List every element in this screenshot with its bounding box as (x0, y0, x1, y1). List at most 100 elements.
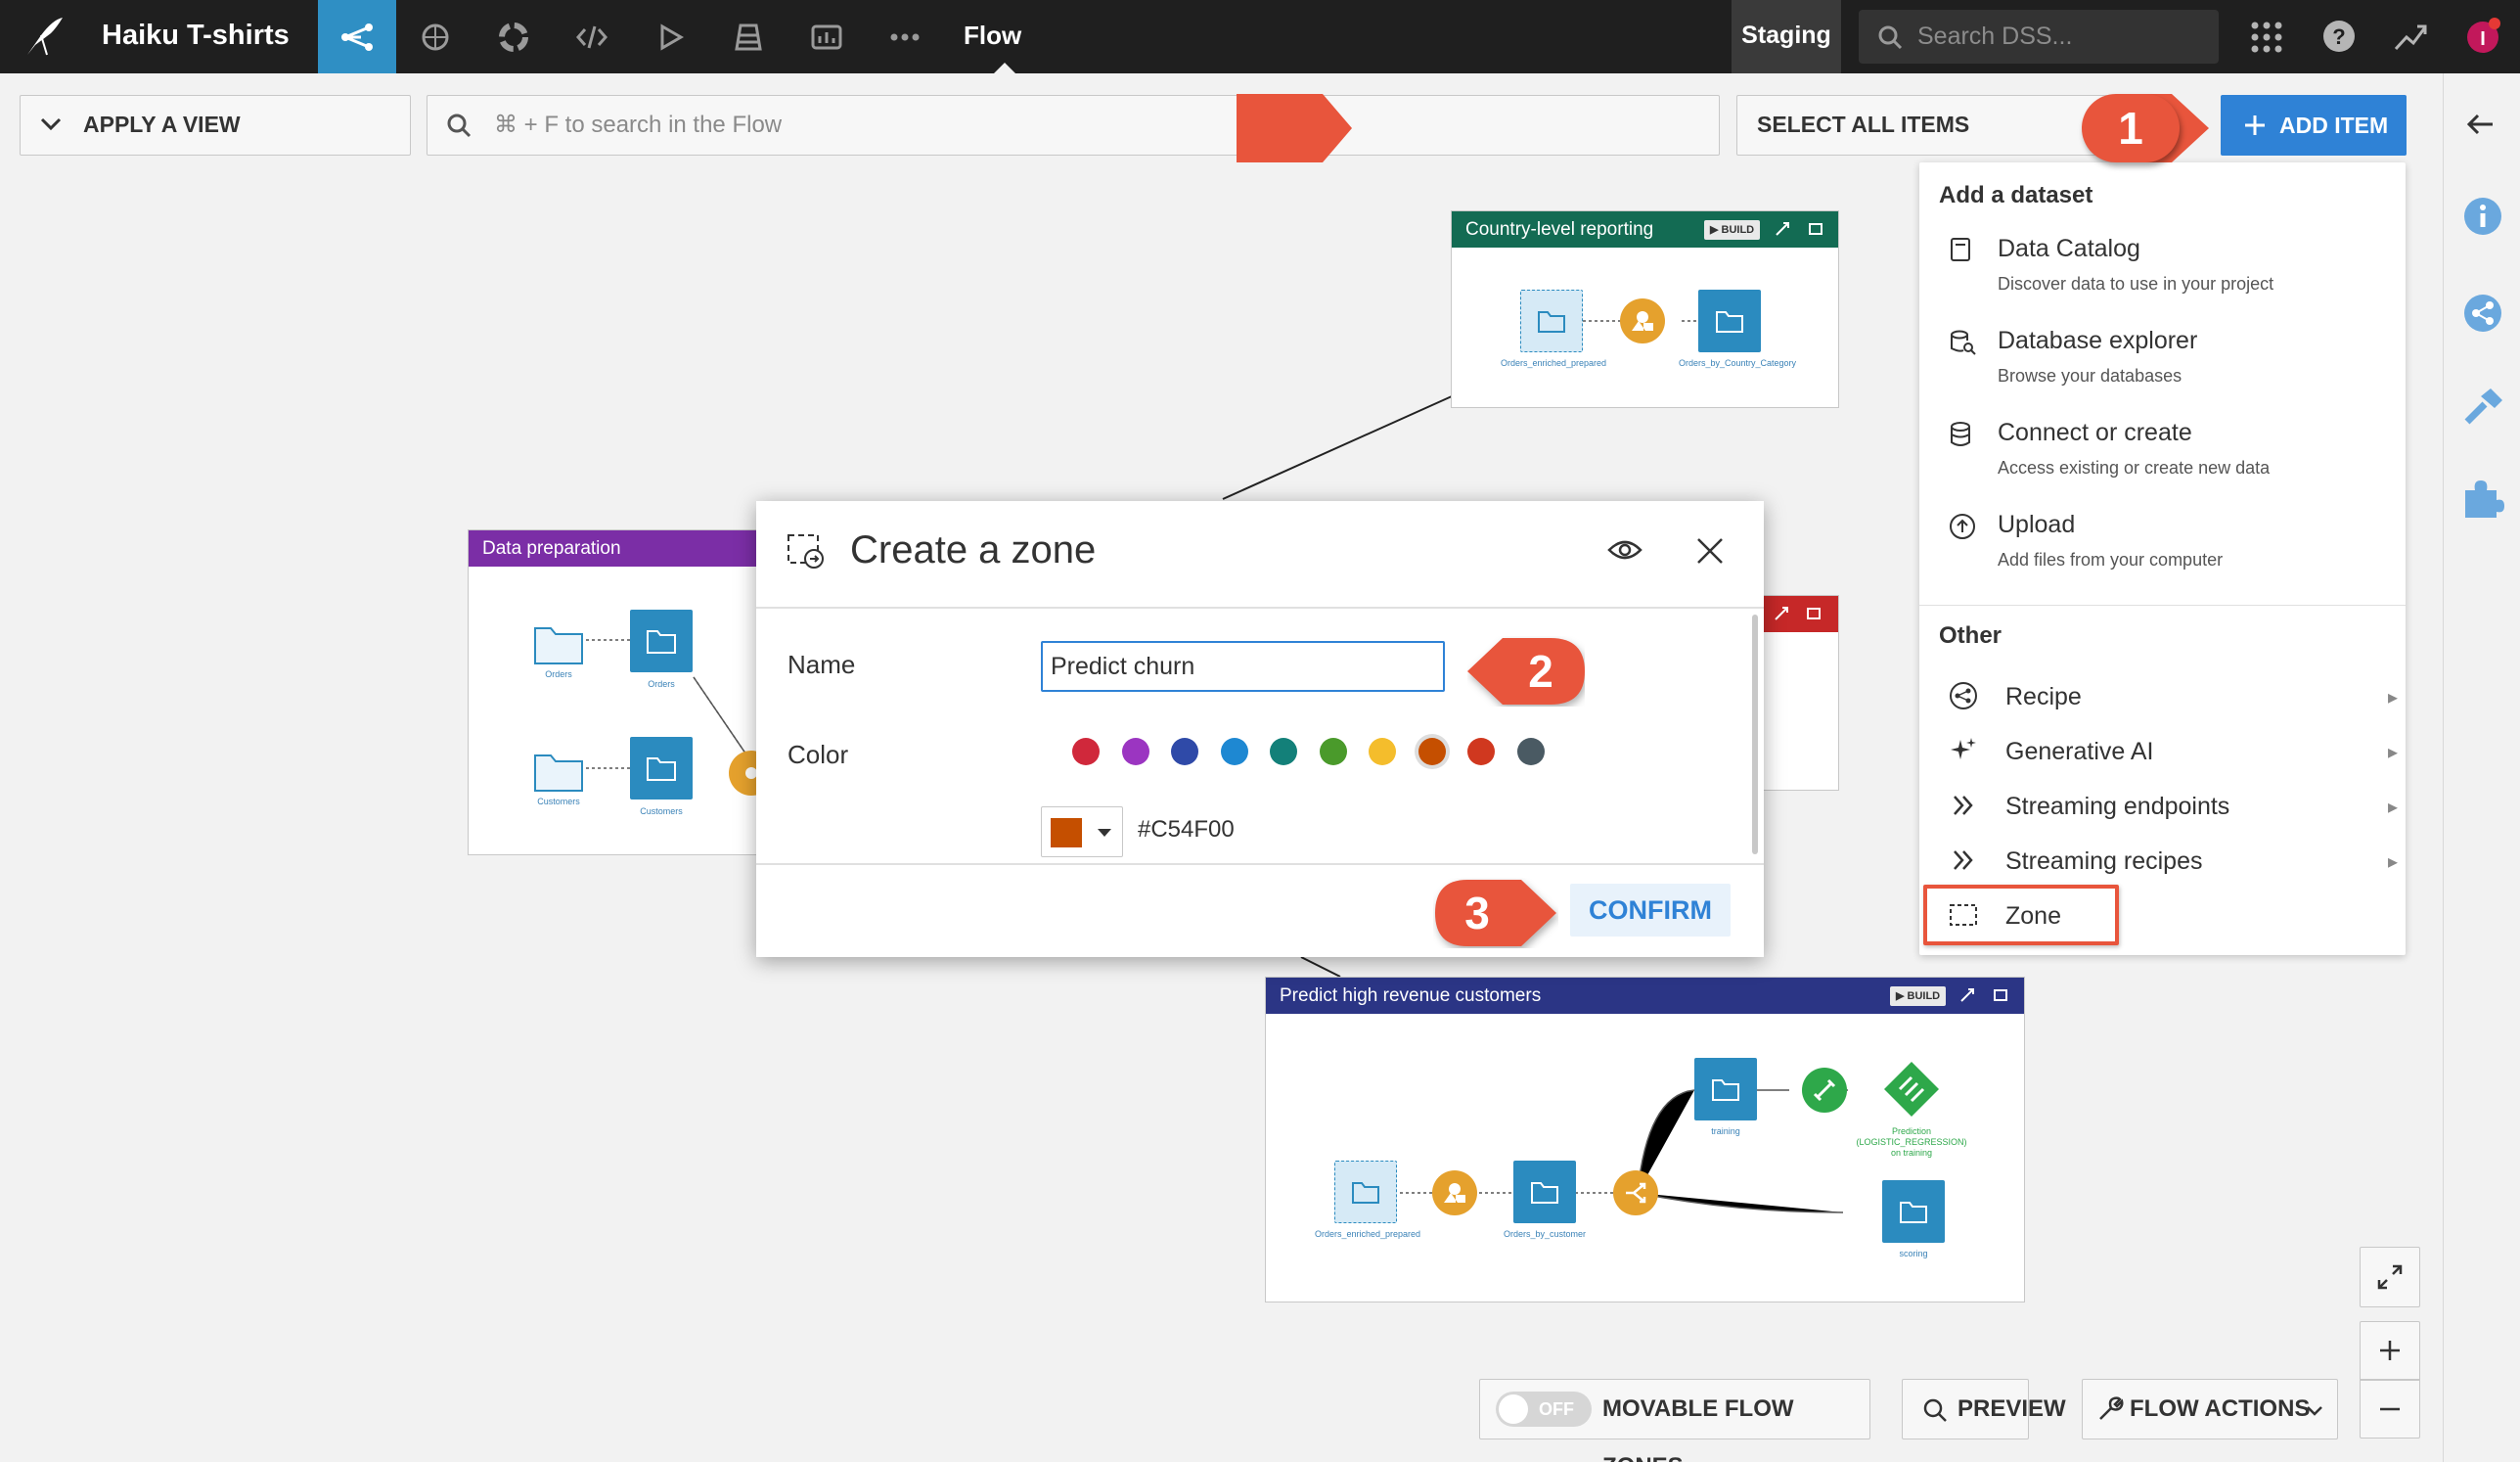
menu-item-streaming-endpoints[interactable]: Streaming endpoints ▸ (1919, 781, 2406, 828)
dataset-label: Customers (537, 797, 580, 806)
menu-item-label: Streaming recipes (2005, 847, 2203, 875)
dataset-label: Orders_by_customer (1503, 1229, 1587, 1239)
menu-item-label: Generative AI (2005, 738, 2154, 765)
annotation-arrow-1 (1237, 94, 1354, 162)
preview-button[interactable]: PREVIEW (1902, 1379, 2066, 1439)
color-swatch[interactable] (1467, 738, 1495, 765)
zone-data-preparation[interactable]: Data preparation Orders Orders Customers… (468, 529, 774, 855)
train-recipe-icon[interactable] (1802, 1068, 1847, 1113)
menu-item-label: Streaming endpoints (2005, 793, 2230, 820)
upload-icon (1949, 513, 1976, 540)
dropdown-divider (1919, 605, 2406, 606)
search-icon (1922, 1397, 1948, 1423)
collapse-icon[interactable] (1774, 606, 1789, 621)
hex-color-value[interactable]: #C54F00 (1138, 816, 1235, 844)
dataset-icon[interactable] (527, 613, 590, 675)
zone-dashed-icon (1949, 902, 1978, 928)
model-icon[interactable] (1880, 1058, 1943, 1120)
menu-item-database-explorer[interactable]: Database explorer Browse your databases (1919, 325, 2406, 403)
menu-item-label: Data Catalog (1998, 235, 2140, 262)
menu-item-zone[interactable]: Zone (1923, 885, 2119, 945)
dataset-icon[interactable] (630, 737, 693, 800)
dataset-icon[interactable] (1694, 1058, 1757, 1120)
color-swatch[interactable] (1319, 738, 1347, 765)
submenu-arrow-icon: ▸ (2387, 687, 2398, 708)
color-swatch[interactable] (1072, 738, 1100, 765)
dataset-icon[interactable] (527, 740, 590, 802)
color-swatch[interactable] (1270, 738, 1297, 765)
flow-actions-button[interactable]: FLOW ACTIONS (2082, 1379, 2338, 1439)
modal-footer-divider (756, 863, 1764, 865)
zoom-in-icon[interactable] (2361, 1322, 2419, 1379)
wrench-icon (2096, 1395, 2124, 1423)
dataset-icon[interactable] (1513, 1161, 1576, 1223)
dataset-icon[interactable] (1334, 1161, 1397, 1223)
menu-item-streaming-recipes[interactable]: Streaming recipes ▸ (1919, 836, 2406, 883)
dataset-icon[interactable] (1882, 1180, 1945, 1243)
menu-item-connect-or-create[interactable]: Connect or create Access existing or cre… (1919, 417, 2406, 495)
modal-title: Create a zone (850, 528, 1097, 571)
menu-item-description: Discover data to use in your project (1998, 274, 2274, 294)
modal-divider (756, 607, 1764, 609)
database-search-icon (1949, 329, 1976, 356)
maximize-icon[interactable] (1806, 606, 1822, 621)
dropdown-section-title: Add a dataset (1939, 182, 2093, 208)
database-icon (1949, 421, 1972, 448)
modal-scrollbar[interactable] (1752, 615, 1758, 854)
dataset-label: Orders_enriched_prepared (1501, 358, 1607, 368)
toggle-state: OFF (1539, 1399, 1574, 1419)
color-swatch[interactable] (1369, 738, 1396, 765)
dataset-label: scoring (1899, 1249, 1928, 1258)
zone-name-input[interactable]: Predict churn (1041, 641, 1445, 692)
zone-predict-high-revenue[interactable]: Predict high revenue customers ▶ BUILD O… (1265, 977, 2025, 1302)
zoom-out-icon[interactable] (2361, 1381, 2419, 1438)
close-icon[interactable] (1695, 536, 1725, 566)
dataset-icon[interactable] (630, 610, 693, 672)
menu-item-data-catalog[interactable]: Data Catalog Discover data to use in you… (1919, 233, 2406, 311)
zone-name-value: Predict churn (1051, 653, 1195, 680)
annotation-number: 1 (2118, 103, 2143, 154)
annotation-number-3: 3 (1464, 888, 1490, 938)
eye-icon[interactable] (1607, 538, 1642, 562)
color-swatch[interactable] (1220, 738, 1248, 765)
zone-country-level-reporting[interactable]: Country-level reporting ▶ BUILD Orders_e… (1451, 210, 1839, 408)
expand-icon (2376, 1263, 2404, 1291)
create-zone-modal: Create a zone Name Predict churn Color #… (756, 501, 1764, 957)
menu-item-description: Add files from your computer (1998, 550, 2224, 570)
recipe-icon[interactable] (1620, 298, 1665, 343)
toggle-switch[interactable]: OFF (1496, 1392, 1592, 1427)
preview-label: PREVIEW (1958, 1395, 2066, 1422)
color-swatch[interactable] (1516, 738, 1545, 765)
menu-item-generative-ai[interactable]: Generative AI ▸ (1919, 726, 2406, 773)
menu-item-label: Zone (2005, 902, 2061, 930)
menu-item-description: Access existing or create new data (1998, 458, 2271, 478)
fit-to-screen-button[interactable] (2360, 1247, 2420, 1307)
dataset-label: Orders_by_Country_Category (1679, 358, 1797, 368)
color-swatch[interactable] (1121, 738, 1149, 765)
menu-item-upload[interactable]: Upload Add files from your computer (1919, 509, 2406, 587)
caret-down-icon (1097, 828, 1112, 838)
annotation-number-2: 2 (1528, 646, 1553, 697)
recipe-icon (1949, 681, 1978, 710)
color-picker-button[interactable] (1041, 806, 1123, 857)
dataset-icon[interactable] (1698, 290, 1761, 352)
split-recipe-icon[interactable] (1613, 1170, 1658, 1215)
movable-flow-zones-toggle[interactable]: OFF MOVABLE FLOW ZONES (1479, 1379, 1870, 1462)
menu-item-recipe[interactable]: Recipe ▸ (1919, 671, 2406, 718)
recipe-icon[interactable] (1432, 1170, 1477, 1215)
color-swatch[interactable] (1171, 738, 1198, 765)
color-swatch[interactable] (1418, 738, 1446, 765)
sparkle-icon (1949, 736, 1978, 765)
zoom-controls (2360, 1321, 2420, 1439)
name-label: Name (788, 650, 856, 679)
dataset-label: Orders (648, 679, 675, 689)
submenu-arrow-icon: ▸ (2387, 851, 2398, 873)
menu-item-description: Browse your databases (1998, 366, 2182, 386)
add-item-dropdown: Add a dataset Data Catalog Discover data… (1919, 162, 2406, 955)
dataset-label: Customers (640, 806, 683, 816)
dataset-icon[interactable] (1520, 290, 1583, 352)
confirm-button[interactable]: CONFIRM (1570, 884, 1731, 937)
movable-zones-label: MOVABLE FLOW ZONES (1602, 1395, 1794, 1462)
menu-item-label: Recipe (2005, 683, 2082, 710)
double-chevron-icon (1949, 791, 1978, 820)
